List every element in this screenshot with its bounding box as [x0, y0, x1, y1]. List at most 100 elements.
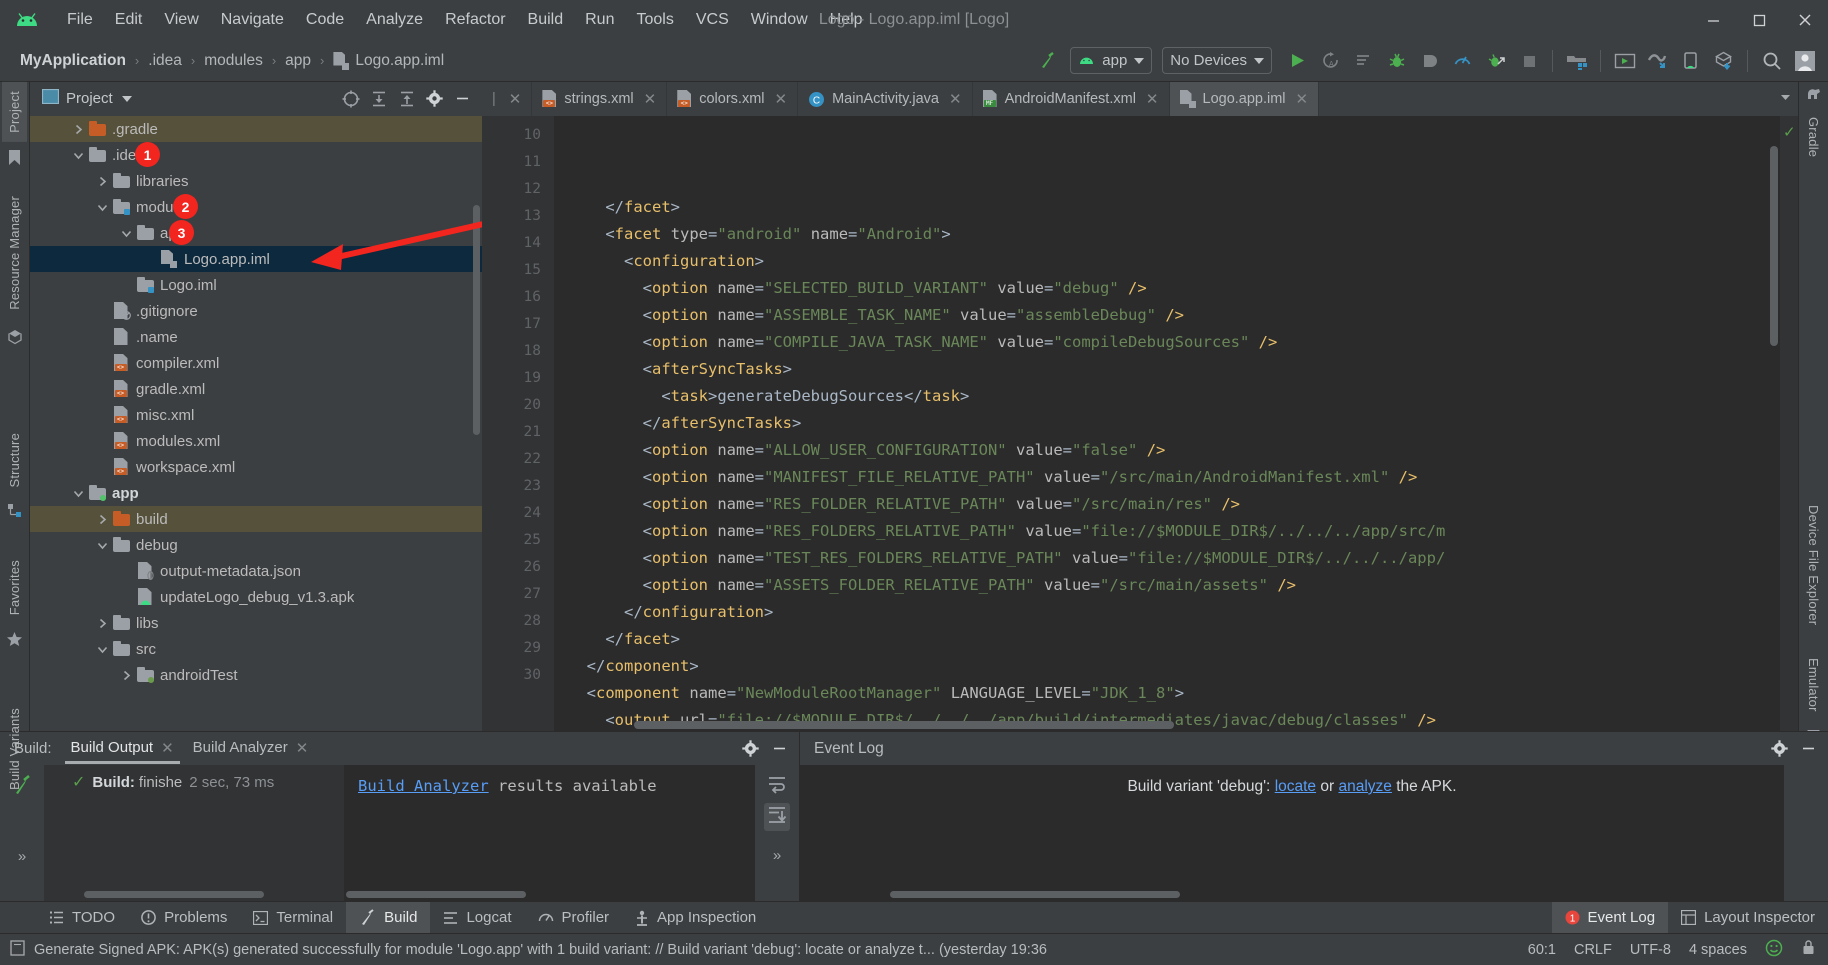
inspection-stripe[interactable]: ✓ [1780, 116, 1798, 731]
indent-setting[interactable]: 4 spaces [1689, 942, 1747, 958]
scroll-to-end-icon[interactable] [764, 803, 790, 831]
tool-window-tab-terminal[interactable]: Terminal [240, 902, 346, 933]
tool-window-tab-build[interactable]: Build [346, 902, 431, 933]
menu-item-window[interactable]: Window [740, 8, 819, 32]
menu-item-help[interactable]: Help [819, 8, 874, 32]
editor-tab-mainactivity-java[interactable]: C MainActivity.java ✕ [798, 82, 973, 116]
breadcrumb-item-1[interactable]: .idea [142, 49, 188, 73]
editor-vertical-scrollbar[interactable] [1770, 146, 1778, 346]
search-icon[interactable] [1756, 46, 1787, 76]
build-console[interactable]: Build Analyzer results available [344, 765, 755, 901]
make-project-icon[interactable] [1031, 46, 1062, 76]
bookmark-icon[interactable] [3, 149, 27, 166]
tree-node-libraries[interactable]: libraries [30, 168, 482, 194]
tree-node-libs[interactable]: libs [30, 610, 482, 636]
sidebar-tab-build-variants[interactable]: Build Variants [2, 699, 27, 799]
sidebar-tab-project[interactable]: Project [2, 82, 27, 142]
build-analyzer-link[interactable]: Build Analyzer [358, 777, 489, 795]
breadcrumb-item-2[interactable]: modules [198, 49, 269, 73]
tool-window-tab-layout-inspector[interactable]: Layout Inspector [1668, 902, 1828, 933]
editor-tab-colors-xml[interactable]: <> colors.xml ✕ [667, 82, 799, 116]
editor-horizontal-scrollbar[interactable] [634, 721, 1174, 729]
close-button[interactable] [1782, 1, 1828, 39]
menu-item-vcs[interactable]: VCS [685, 8, 740, 32]
build-output-tree[interactable]: ✓ Build: finishe 2 sec, 73 ms [44, 765, 344, 901]
menu-item-build[interactable]: Build [517, 8, 575, 32]
tab-overflow-icon[interactable] [1778, 90, 1793, 109]
tree-node-app[interactable]: app [30, 480, 482, 506]
hide-icon[interactable] [449, 86, 476, 112]
device-selector[interactable]: No Devices [1162, 47, 1272, 74]
build-console-hscrollbar[interactable] [346, 891, 526, 898]
hide-icon[interactable] [1795, 736, 1822, 762]
chevron-down-icon[interactable] [70, 150, 87, 161]
settings-gear-icon[interactable] [1766, 736, 1793, 762]
maximize-button[interactable] [1736, 1, 1782, 39]
close-icon[interactable]: ✕ [296, 739, 309, 757]
run-with-coverage-icon[interactable] [1480, 46, 1511, 76]
tree-node--gradle[interactable]: .gradle [30, 116, 482, 142]
tree-node-debug[interactable]: debug [30, 532, 482, 558]
menu-item-edit[interactable]: Edit [104, 8, 154, 32]
tree-node--name[interactable]: .name [30, 324, 482, 350]
sidebar-tab-favorites[interactable]: Favorites [2, 551, 27, 624]
close-icon[interactable]: ✕ [161, 739, 174, 757]
chevron-right-icon[interactable] [94, 618, 111, 629]
settings-gear-icon[interactable] [737, 736, 764, 762]
chevron-right-icon[interactable] [118, 670, 135, 681]
tool-window-tab-problems[interactable]: Problems [128, 902, 240, 933]
tool-window-tab-profiler[interactable]: Profiler [525, 902, 623, 933]
editor-tab-logo-app-iml[interactable]: Logo.app.iml ✕ [1169, 82, 1320, 116]
device-manager-icon[interactable] [1675, 46, 1706, 76]
close-icon[interactable]: ✕ [949, 90, 962, 108]
tree-node-modules-xml[interactable]: <> modules.xml [30, 428, 482, 454]
gradle-elephant-icon[interactable] [1802, 86, 1826, 101]
chevron-down-icon[interactable] [94, 540, 111, 551]
expand-icon[interactable]: » [773, 847, 781, 864]
structure-icon[interactable] [3, 503, 27, 518]
editor-tab-strings-xml[interactable]: <> strings.xml ✕ [532, 82, 668, 116]
tool-window-tab-logcat[interactable]: Logcat [430, 902, 524, 933]
tree-node-app[interactable]: app [30, 220, 482, 246]
sidebar-tab-structure[interactable]: Structure [2, 424, 27, 497]
build-status-row[interactable]: ✓ Build: finishe 2 sec, 73 ms [44, 765, 344, 793]
module-icon[interactable] [3, 329, 27, 345]
hide-icon[interactable] [766, 736, 793, 762]
apply-changes-icon[interactable]: A [1315, 46, 1346, 76]
menu-item-refactor[interactable]: Refactor [434, 8, 516, 32]
sidebar-tab-resource-manager[interactable]: Resource Manager [2, 187, 27, 319]
minimize-button[interactable] [1690, 1, 1736, 39]
tool-window-tab-todo[interactable]: TODO [36, 902, 128, 933]
smiley-icon[interactable] [1765, 939, 1783, 961]
profiler-icon[interactable] [1447, 46, 1478, 76]
collapse-all-icon[interactable] [393, 86, 420, 112]
tree-node-androidtest[interactable]: androidTest [30, 662, 482, 688]
menu-item-code[interactable]: Code [295, 8, 355, 32]
tree-node-logo-iml[interactable]: Logo.iml [30, 272, 482, 298]
caret-position[interactable]: 60:1 [1528, 942, 1556, 958]
close-icon[interactable]: ✕ [1146, 90, 1159, 108]
tree-node-output-metadata-json[interactable]: output-metadata.json [30, 558, 482, 584]
project-tree-scrollbar[interactable] [473, 205, 480, 435]
chevron-down-icon[interactable] [70, 488, 87, 499]
attach-debugger-icon[interactable] [1414, 46, 1445, 76]
tool-window-tab-event-log[interactable]: 1 Event Log [1551, 902, 1669, 933]
chevron-down-icon[interactable] [94, 644, 111, 655]
tree-node--gitignore[interactable]: .gitignore [30, 298, 482, 324]
breadcrumb-item-3[interactable]: app [279, 49, 317, 73]
status-message[interactable]: Generate Signed APK: APK(s) generated su… [34, 942, 1047, 958]
menu-item-tools[interactable]: Tools [625, 8, 684, 32]
tree-node-modules[interactable]: modules [30, 194, 482, 220]
tab-build-analyzer[interactable]: Build Analyzer ✕ [185, 734, 317, 764]
sync-gradle-icon[interactable] [1708, 46, 1739, 76]
stop-icon[interactable] [1513, 46, 1544, 76]
avd-manager-icon[interactable] [1609, 46, 1640, 76]
code-content[interactable]: </facet> <facet type="android" name="And… [554, 116, 1780, 731]
sidebar-tab-emulator[interactable]: Emulator [1801, 649, 1826, 721]
expand-all-icon[interactable] [365, 86, 392, 112]
run-icon[interactable] [1282, 46, 1313, 76]
notification-icon[interactable] [10, 939, 25, 960]
menu-item-file[interactable]: File [56, 8, 104, 32]
editor-tab-androidmanifest-xml[interactable]: MF AndroidManifest.xml ✕ [973, 82, 1170, 116]
soft-wrap-icon[interactable] [766, 774, 788, 799]
